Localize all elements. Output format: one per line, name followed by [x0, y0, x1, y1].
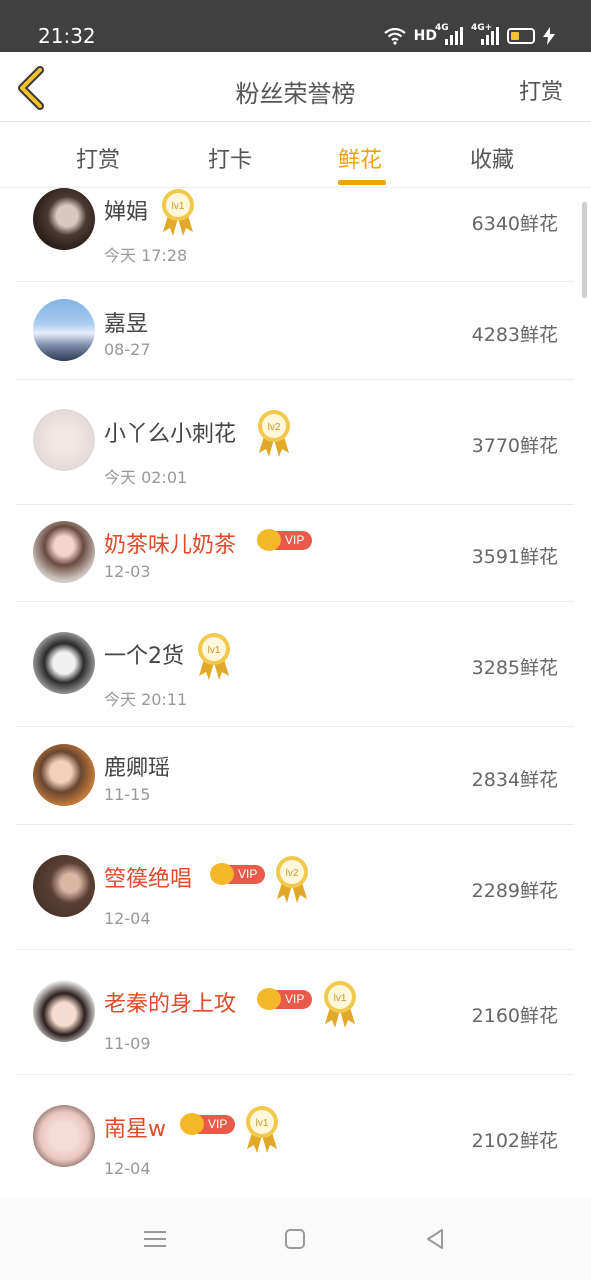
- list-item[interactable]: 嘉昱 08-27 4283鲜花: [16, 282, 574, 380]
- fan-date: 11-15: [104, 785, 151, 804]
- signal-icon-sim2: 4G+: [471, 23, 499, 45]
- svg-text:lv1: lv1: [208, 645, 221, 656]
- fan-ranking-list[interactable]: 婵娟 lv1 今天 17:28 6340鲜花 嘉昱 08-27 4283鲜花 小…: [0, 188, 591, 1198]
- avatar[interactable]: [33, 1105, 95, 1167]
- tab-favorites[interactable]: 收藏: [447, 142, 537, 174]
- flower-count: 6340鲜花: [471, 213, 558, 235]
- level-medal-icon: lv1: [198, 633, 230, 680]
- list-item[interactable]: 一个2货 lv1 今天 20:11 3285鲜花: [16, 602, 574, 727]
- status-time: 21:32: [38, 24, 96, 48]
- system-navigation-bar: [0, 1198, 591, 1280]
- wifi-icon: [383, 27, 406, 45]
- svg-text:lv1: lv1: [256, 1118, 269, 1129]
- fan-name: 老秦的身上攻: [104, 992, 237, 1017]
- avatar[interactable]: [33, 409, 95, 471]
- hd-indicator: HD: [413, 28, 437, 44]
- fan-name: 一个2货: [104, 644, 184, 669]
- vip-badge: VIP: [257, 529, 313, 551]
- tab-flowers[interactable]: 鲜花: [315, 142, 405, 185]
- avatar[interactable]: [33, 299, 95, 361]
- fan-name: 箜篌绝唱: [104, 867, 193, 892]
- crown-icon: [180, 1113, 204, 1135]
- list-item[interactable]: 南星w VIP lv1 12-04 2102鲜花: [16, 1075, 574, 1198]
- page-title: 粉丝荣誉榜: [235, 80, 356, 108]
- fan-name: 嘉昱: [104, 312, 149, 337]
- vip-badge: VIP: [257, 988, 313, 1010]
- battery-icon: [507, 28, 535, 44]
- fan-name: 鹿卿瑶: [104, 756, 171, 781]
- reward-button[interactable]: 打赏: [519, 74, 563, 106]
- avatar[interactable]: [33, 521, 95, 583]
- crown-icon: [257, 988, 281, 1010]
- flower-count: 3770鲜花: [471, 435, 558, 457]
- level-medal-icon: lv2: [258, 410, 290, 457]
- tab-reward[interactable]: 打赏: [53, 142, 143, 174]
- tab-active-indicator: [338, 180, 386, 185]
- avatar[interactable]: [33, 188, 95, 250]
- level-medal-icon: lv1: [162, 189, 194, 236]
- fan-date: 12-03: [104, 562, 151, 581]
- vip-badge: VIP: [210, 863, 266, 885]
- flower-count: 3591鲜花: [471, 546, 558, 568]
- fan-date: 今天 02:01: [104, 468, 188, 487]
- level-medal-icon: lv2: [276, 856, 308, 903]
- status-bar: 21:32 HD 4G 4G+: [0, 0, 591, 52]
- charging-icon: [543, 27, 555, 45]
- tab-bar: 打赏 打卡 鲜花 收藏: [0, 122, 591, 188]
- svg-text:lv2: lv2: [268, 422, 281, 433]
- avatar[interactable]: [33, 980, 95, 1042]
- flower-count: 3285鲜花: [471, 657, 558, 679]
- level-medal-icon: lv1: [324, 981, 356, 1028]
- list-item[interactable]: 箜篌绝唱 VIP lv2 12-04 2289鲜花: [16, 825, 574, 950]
- list-item[interactable]: 婵娟 lv1 今天 17:28 6340鲜花: [16, 188, 574, 282]
- flower-count: 4283鲜花: [471, 324, 558, 346]
- flower-count: 2289鲜花: [471, 880, 558, 902]
- list-item[interactable]: 鹿卿瑶 11-15 2834鲜花: [16, 727, 574, 825]
- fan-name: 婵娟: [104, 200, 149, 225]
- signal-icon-sim1: 4G: [435, 23, 463, 45]
- navigation-bar: 粉丝荣誉榜 打赏: [0, 52, 591, 122]
- flower-count: 2160鲜花: [471, 1005, 558, 1027]
- list-item[interactable]: 奶茶味儿奶茶 VIP 12-03 3591鲜花: [16, 505, 574, 602]
- svg-text:lv1: lv1: [334, 993, 347, 1004]
- fan-date: 08-27: [104, 340, 151, 359]
- avatar[interactable]: [33, 632, 95, 694]
- flower-count: 2102鲜花: [471, 1130, 558, 1152]
- svg-text:lv1: lv1: [172, 201, 185, 212]
- fan-date: 11-09: [104, 1034, 151, 1053]
- level-medal-icon: lv1: [246, 1106, 278, 1153]
- home-icon[interactable]: [280, 1224, 310, 1254]
- avatar[interactable]: [33, 744, 95, 806]
- back-icon[interactable]: [420, 1224, 450, 1254]
- crown-icon: [257, 529, 281, 551]
- crown-icon: [210, 863, 234, 885]
- fan-date: 今天 20:11: [104, 690, 188, 709]
- vip-badge: VIP: [180, 1113, 236, 1135]
- menu-icon[interactable]: [140, 1224, 170, 1254]
- flower-count: 2834鲜花: [471, 769, 558, 791]
- system-icons: HD 4G 4G+: [383, 22, 555, 50]
- scrollbar[interactable]: [582, 202, 587, 298]
- list-item[interactable]: 老秦的身上攻 VIP lv1 11-09 2160鲜花: [16, 950, 574, 1075]
- svg-text:lv2: lv2: [286, 868, 299, 879]
- tab-checkin[interactable]: 打卡: [185, 142, 275, 174]
- avatar[interactable]: [33, 855, 95, 917]
- list-item[interactable]: 小丫么小刺花 lv2 今天 02:01 3770鲜花: [16, 380, 574, 505]
- fan-name: 南星w: [104, 1117, 166, 1142]
- fan-date: 12-04: [104, 909, 151, 928]
- fan-name: 小丫么小刺花: [104, 422, 237, 447]
- fan-name: 奶茶味儿奶茶: [104, 533, 237, 558]
- fan-date: 今天 17:28: [104, 246, 188, 265]
- fan-date: 12-04: [104, 1159, 151, 1178]
